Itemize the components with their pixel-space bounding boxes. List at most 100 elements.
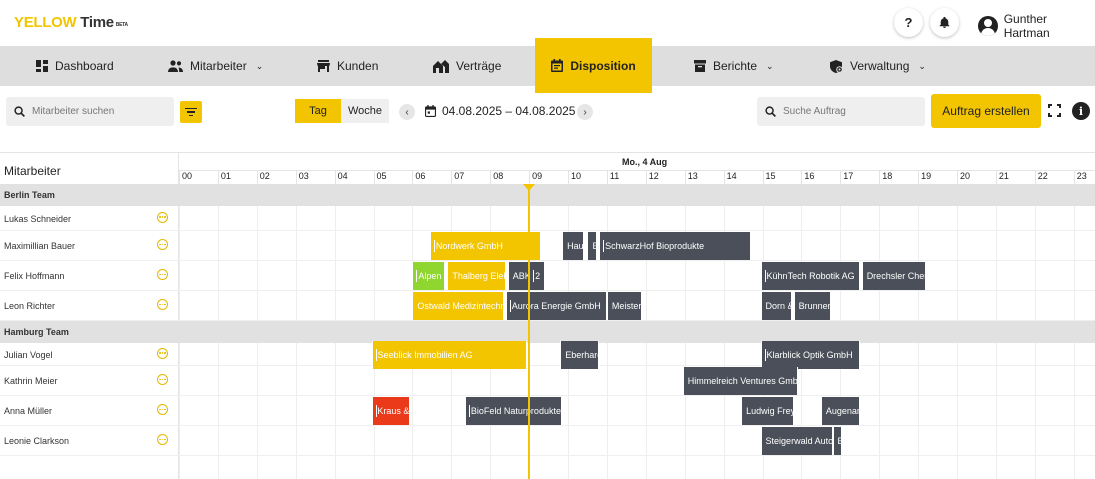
more-options-icon[interactable] bbox=[157, 347, 168, 359]
team-group-row: Hamburg Team bbox=[0, 321, 1095, 343]
more-options-icon[interactable] bbox=[157, 434, 168, 445]
hour-label: 06 bbox=[412, 171, 451, 185]
job-block[interactable]: Seeblick Immobilien AG bbox=[371, 340, 528, 369]
hour-label: 05 bbox=[373, 171, 413, 185]
job-block[interactable]: Dorn & bbox=[760, 292, 792, 320]
job-start-marker bbox=[468, 405, 470, 417]
job-label: Thalberg Elektro bbox=[452, 271, 504, 281]
job-label: Brunner bbox=[798, 301, 831, 311]
job-label: B bbox=[592, 241, 596, 251]
more-options-icon[interactable] bbox=[157, 239, 168, 250]
employee-search bbox=[6, 97, 174, 126]
hour-label: 18 bbox=[879, 171, 918, 185]
nav-dashboard[interactable]: Dashboard bbox=[36, 46, 114, 86]
nav-vertraege[interactable]: Verträge bbox=[433, 46, 501, 86]
employee-name[interactable]: Anna Müller bbox=[4, 406, 52, 416]
employee-name[interactable]: Kathrin Meier bbox=[4, 376, 58, 386]
job-block[interactable]: BioFeld Naturprodukte bbox=[464, 397, 563, 425]
date-range-picker[interactable]: 04.08.2025 – 04.08.2025 bbox=[425, 104, 575, 118]
hour-label: 07 bbox=[451, 171, 490, 185]
search-icon bbox=[765, 106, 776, 117]
job-start-marker bbox=[764, 270, 766, 282]
nav-mitarbeiter[interactable]: Mitarbeiter ⌄ bbox=[168, 46, 263, 86]
job-block[interactable]: Steigerwald Automation bbox=[760, 427, 833, 455]
job-block[interactable]: Thalberg Elektro bbox=[447, 262, 506, 290]
hour-label: 15 bbox=[762, 171, 802, 185]
more-options-icon[interactable] bbox=[157, 269, 168, 280]
more-options-icon[interactable] bbox=[157, 404, 168, 415]
nav-disposition[interactable]: Disposition bbox=[535, 38, 652, 93]
employee-column-header: Mitarbeiter bbox=[4, 164, 61, 178]
job-block[interactable]: Augenarzt bbox=[820, 397, 860, 425]
employee-row: Anna Müller Kraus & BioFeld Naturprodukte L… bbox=[0, 396, 1095, 426]
date-range-text: 04.08.2025 – 04.08.2025 bbox=[442, 104, 576, 118]
team-name: Hamburg Team bbox=[4, 327, 69, 337]
job-block[interactable]: KühnTech Robotik AG bbox=[760, 262, 860, 290]
chevron-down-icon: ⌄ bbox=[918, 60, 926, 71]
hour-label: 11 bbox=[606, 171, 646, 185]
create-job-button[interactable]: Auftrag erstellen bbox=[931, 94, 1041, 128]
fullscreen-icon[interactable] bbox=[1048, 104, 1061, 117]
employee-name[interactable]: Felix Hoffmann bbox=[4, 271, 64, 281]
job-search-input[interactable] bbox=[783, 106, 903, 117]
info-icon[interactable]: i bbox=[1072, 102, 1090, 120]
employee-name[interactable]: Leonie Clarkson bbox=[4, 436, 69, 446]
job-block[interactable]: Brunner bbox=[793, 292, 831, 320]
nav-verwaltung[interactable]: Verwaltung ⌄ bbox=[830, 46, 926, 86]
employee-name[interactable]: Maximillian Bauer bbox=[4, 241, 75, 251]
job-block[interactable]: ABK bbox=[507, 262, 530, 290]
hour-label: 23 bbox=[1073, 171, 1095, 185]
job-block[interactable]: SchwarzHof Bioprodukte bbox=[599, 232, 751, 260]
more-options-icon[interactable] bbox=[157, 211, 168, 223]
more-options-icon[interactable] bbox=[157, 299, 168, 310]
nav-kunden[interactable]: Kunden bbox=[317, 46, 378, 86]
employee-row: Lukas Schneider bbox=[0, 206, 1095, 231]
job-block[interactable]: Meister bbox=[606, 292, 642, 320]
app-logo[interactable]: YELLOW Time BETA bbox=[14, 14, 128, 31]
user-menu[interactable]: Gunther Hartman bbox=[978, 12, 1095, 40]
hour-label: 03 bbox=[295, 171, 335, 185]
job-block[interactable]: Hau bbox=[562, 232, 584, 260]
more-options-icon[interactable] bbox=[157, 374, 168, 385]
employee-row: Kathrin Meier Himmelreich Ventures GmbH bbox=[0, 366, 1095, 396]
job-start-marker bbox=[764, 348, 766, 361]
employee-name[interactable]: Leon Richter bbox=[4, 301, 55, 311]
filter-button[interactable] bbox=[180, 101, 202, 123]
job-label: Klarblick Optik GmbH bbox=[766, 349, 853, 360]
job-label: BioFeld Naturprodukte bbox=[470, 406, 561, 416]
job-start-marker bbox=[603, 240, 605, 252]
store-icon bbox=[317, 60, 330, 72]
job-label: 2 bbox=[535, 271, 541, 281]
prev-date-button[interactable]: ‹ bbox=[399, 104, 415, 120]
employee-name[interactable]: Lukas Schneider bbox=[4, 214, 71, 224]
view-week-button[interactable]: Woche bbox=[341, 99, 389, 123]
job-block[interactable]: Himmelreich Ventures GmbH bbox=[682, 367, 798, 395]
job-block[interactable]: B bbox=[832, 427, 843, 455]
job-label: KühnTech Robotik AG bbox=[766, 271, 855, 281]
job-block[interactable]: Alpen bbox=[412, 262, 446, 290]
main-nav: Dashboard Mitarbeiter ⌄ Kunden Verträge … bbox=[0, 38, 1095, 93]
job-block[interactable]: Ostwald Medizintechnik bbox=[412, 292, 504, 320]
hour-label: 22 bbox=[1034, 171, 1074, 185]
job-block[interactable]: Aurora Energie GmbH bbox=[505, 292, 607, 320]
notifications-button[interactable] bbox=[930, 8, 959, 37]
view-day-button[interactable]: Tag bbox=[295, 99, 341, 123]
job-block[interactable]: Klarblick Optik GmbH bbox=[760, 340, 860, 369]
employee-name[interactable]: Julian Vogel bbox=[4, 350, 53, 360]
help-button[interactable]: ? bbox=[894, 8, 923, 37]
job-block[interactable]: Drechsler Chemie bbox=[861, 262, 926, 290]
employee-row: Leon Richter Ostwald Medizintechnik Aurora… bbox=[0, 291, 1095, 321]
hour-label: 13 bbox=[684, 171, 724, 185]
job-block[interactable]: Kraus & bbox=[371, 397, 411, 425]
job-block[interactable]: B bbox=[587, 232, 598, 260]
employee-search-input[interactable] bbox=[32, 106, 152, 117]
job-block[interactable]: Nordwerk GmbH bbox=[429, 232, 541, 260]
job-block[interactable]: 2 bbox=[529, 262, 545, 290]
hour-label: 19 bbox=[918, 171, 957, 185]
job-block[interactable]: Ludwig Frey bbox=[741, 397, 794, 425]
job-block[interactable]: Eberhardt bbox=[560, 340, 600, 369]
current-time-marker-icon bbox=[523, 184, 536, 191]
nav-berichte[interactable]: Berichte ⌄ bbox=[694, 46, 774, 86]
next-date-button[interactable]: › bbox=[577, 104, 593, 120]
hour-label: 00 bbox=[179, 171, 218, 185]
